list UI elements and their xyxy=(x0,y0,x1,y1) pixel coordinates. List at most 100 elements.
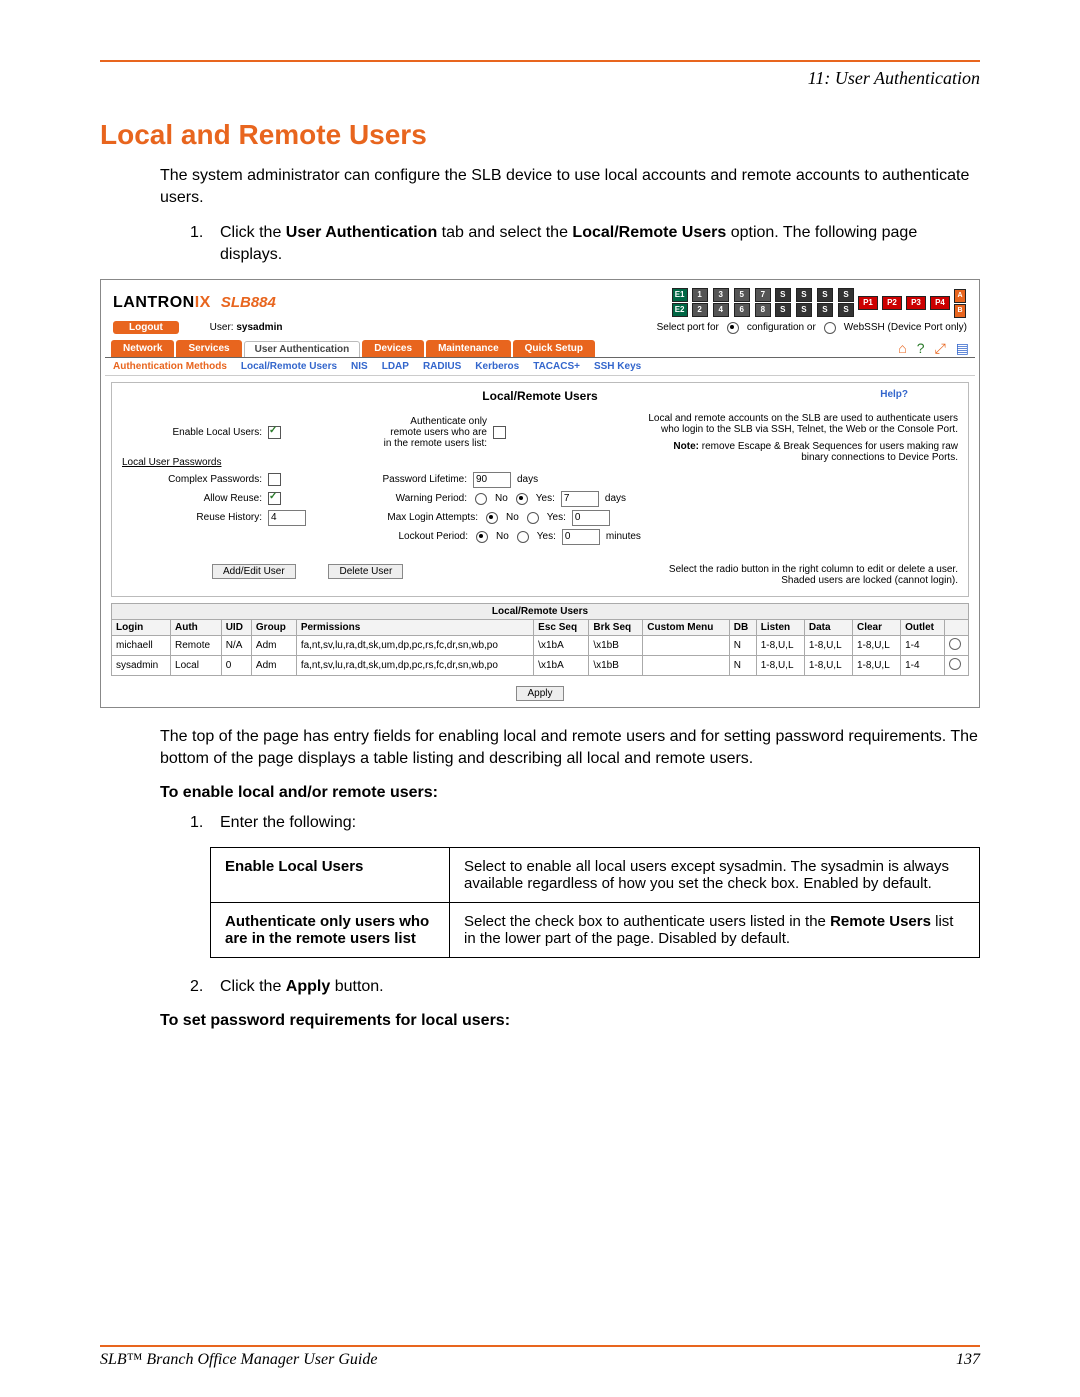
help-icon[interactable]: ? xyxy=(917,340,925,357)
label-lifetime: Password Lifetime: xyxy=(337,474,467,485)
model-label: SLB884 xyxy=(221,294,276,311)
subnav: Authentication Methods Local/Remote User… xyxy=(105,357,975,376)
checkbox-enable-local[interactable] xyxy=(268,426,281,439)
tab-maintenance[interactable]: Maintenance xyxy=(426,340,511,357)
outlet-p4[interactable]: P4 xyxy=(930,296,950,310)
eth-e2[interactable]: E2 xyxy=(672,303,688,317)
slot-b[interactable]: B xyxy=(954,304,966,318)
port-6[interactable]: 6 xyxy=(734,303,750,317)
eth-e1[interactable]: E1 xyxy=(672,288,688,302)
radio-configuration[interactable] xyxy=(727,322,739,334)
step-click-apply: 2. Click the Apply button. xyxy=(190,976,980,998)
input-reuse-history[interactable] xyxy=(268,510,306,526)
users-table-header: LoginAuthUID GroupPermissionsEsc Seq Brk… xyxy=(112,619,969,635)
delete-user-button[interactable]: Delete User xyxy=(328,564,403,579)
radio-lockout-yes[interactable] xyxy=(517,531,529,543)
table-row: michaellRemoteN/A Admfa,nt,sv,lu,ra,dt,s… xyxy=(112,635,969,655)
outlet-p1[interactable]: P1 xyxy=(858,296,878,310)
subhead-enable-users: To enable local and/or remote users: xyxy=(160,784,980,802)
s-port[interactable]: S xyxy=(775,303,791,317)
options-table: Enable Local Users Select to enable all … xyxy=(210,847,980,958)
label-warning-period: Warning Period: xyxy=(337,493,467,504)
input-lockout[interactable] xyxy=(562,529,600,545)
passwords-section: Local User Passwords xyxy=(122,457,641,468)
slot-a[interactable]: A xyxy=(954,289,966,303)
info-note-1: Local and remote accounts on the SLB are… xyxy=(647,413,958,435)
step-enter-following: 1.Enter the following: xyxy=(190,812,980,834)
tab-network[interactable]: Network xyxy=(111,340,174,357)
subnav-local-remote[interactable]: Local/Remote Users xyxy=(241,361,337,372)
s-port[interactable]: S xyxy=(838,288,854,302)
checkbox-allow-reuse[interactable] xyxy=(268,492,281,505)
port-7[interactable]: 7 xyxy=(755,288,771,302)
table-row: sysadminLocal0 Admfa,nt,sv,lu,ra,dt,sk,u… xyxy=(112,655,969,675)
port-8[interactable]: 8 xyxy=(755,303,771,317)
input-warning-period[interactable] xyxy=(561,491,599,507)
tab-user-authentication[interactable]: User Authentication xyxy=(244,341,361,357)
radio-maxlogin-no[interactable] xyxy=(486,512,498,524)
report-icon[interactable]: ▤ xyxy=(956,340,969,357)
checkbox-complex-passwords[interactable] xyxy=(268,473,281,486)
label-enable-local: Enable Local Users: xyxy=(122,427,262,438)
expand-icon[interactable]: ⤢ xyxy=(935,340,946,357)
tab-quick-setup[interactable]: Quick Setup xyxy=(513,340,595,357)
users-table: Local/Remote Users LoginAuthUID GroupPer… xyxy=(111,603,969,676)
port-5[interactable]: 5 xyxy=(734,288,750,302)
s-port[interactable]: S xyxy=(817,288,833,302)
footer-page-number: 137 xyxy=(956,1351,980,1369)
after-shot-paragraph: The top of the page has entry fields for… xyxy=(160,726,980,771)
select-port-label: Select port for xyxy=(657,322,719,333)
s-port[interactable]: S xyxy=(838,303,854,317)
tab-devices[interactable]: Devices xyxy=(362,340,424,357)
subnav-tacacs[interactable]: TACACS+ xyxy=(533,361,580,372)
intro-paragraph: The system administrator can configure t… xyxy=(160,165,980,210)
subnav-auth-methods[interactable]: Authentication Methods xyxy=(113,361,227,372)
home-icon[interactable]: ⌂ xyxy=(898,340,906,357)
port-3[interactable]: 3 xyxy=(713,288,729,302)
label-reuse-history: Reuse History: xyxy=(122,512,262,523)
s-port[interactable]: S xyxy=(817,303,833,317)
current-user: sysadmin xyxy=(236,322,282,333)
opt-enable-local-val: Select to enable all local users except … xyxy=(450,847,980,902)
add-edit-user-button[interactable]: Add/Edit User xyxy=(212,564,296,579)
panel-title: Local/Remote Users xyxy=(482,389,597,403)
subnav-nis[interactable]: NIS xyxy=(351,361,368,372)
s-port[interactable]: S xyxy=(775,288,791,302)
hint-shaded-locked: Shaded users are locked (cannot login). xyxy=(669,575,958,586)
panel-help-link[interactable]: Help? xyxy=(880,389,908,400)
checkbox-auth-only-remote[interactable] xyxy=(493,426,506,439)
app-screenshot: LANTRONIX SLB884 E1 E2 1 3 5 7 xyxy=(100,279,980,708)
hint-select-radio: Select the radio button in the right col… xyxy=(669,564,958,575)
outlet-p2[interactable]: P2 xyxy=(882,296,902,310)
radio-maxlogin-yes[interactable] xyxy=(527,512,539,524)
row-select-radio[interactable] xyxy=(949,638,961,650)
subnav-ssh-keys[interactable]: SSH Keys xyxy=(594,361,641,372)
chapter-label: 11: User Authentication xyxy=(100,68,980,89)
input-lifetime[interactable] xyxy=(473,472,511,488)
label-complex-passwords: Complex Passwords: xyxy=(122,474,262,485)
port-2[interactable]: 2 xyxy=(692,303,708,317)
s-port[interactable]: S xyxy=(796,303,812,317)
label-max-login: Max Login Attempts: xyxy=(348,512,478,523)
subnav-ldap[interactable]: LDAP xyxy=(382,361,409,372)
row-select-radio[interactable] xyxy=(949,658,961,670)
input-max-login[interactable] xyxy=(572,510,610,526)
brand-logo: LANTRONIX xyxy=(113,294,211,312)
port-4[interactable]: 4 xyxy=(713,303,729,317)
logout-button[interactable]: Logout xyxy=(113,321,179,334)
radio-warning-yes[interactable] xyxy=(516,493,528,505)
outlet-p3[interactable]: P3 xyxy=(906,296,926,310)
port-1[interactable]: 1 xyxy=(692,288,708,302)
label-allow-reuse: Allow Reuse: xyxy=(122,493,262,504)
tab-services[interactable]: Services xyxy=(176,340,241,357)
port-panel: E1 E2 1 3 5 7 2 4 6 8 xyxy=(671,288,967,318)
radio-lockout-no[interactable] xyxy=(476,531,488,543)
subnav-radius[interactable]: RADIUS xyxy=(423,361,461,372)
s-port[interactable]: S xyxy=(796,288,812,302)
apply-button[interactable]: Apply xyxy=(516,686,563,701)
info-note-2: Note: remove Escape & Break Sequences fo… xyxy=(647,441,958,463)
radio-warning-no[interactable] xyxy=(475,493,487,505)
subnav-kerberos[interactable]: Kerberos xyxy=(475,361,519,372)
section-title: Local and Remote Users xyxy=(100,119,980,151)
radio-webssh[interactable] xyxy=(824,322,836,334)
